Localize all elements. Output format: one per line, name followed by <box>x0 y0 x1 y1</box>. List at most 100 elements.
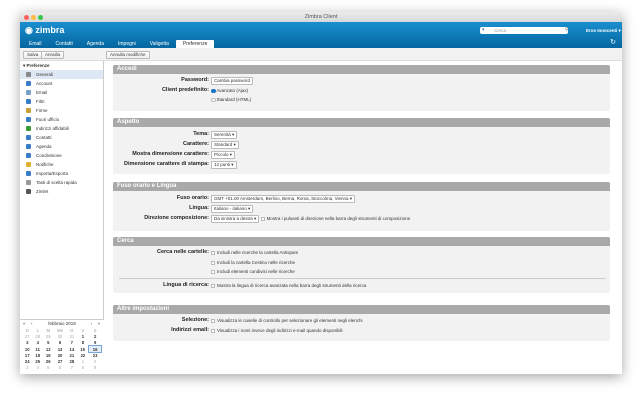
sidebar-item-zimlet[interactable]: Zimlet <box>20 187 103 196</box>
section-fuso-lingua: Fuso orario e Lingua Fuso orario: GMT +01… <box>113 182 610 231</box>
app-tabs: Email Contatti Agenda Impegni Valigetta … <box>22 40 215 48</box>
sidebar-item-filtri[interactable]: Filtri <box>20 97 103 106</box>
tab-email[interactable]: Email <box>22 40 49 48</box>
window-title: Zimbra Client <box>304 14 338 20</box>
sidebar-item-label: Importa/Esporta <box>36 171 69 176</box>
sidebar-item-fuori-ufficio[interactable]: Fuori ufficio <box>20 115 103 124</box>
calendar-day[interactable]: 9 <box>89 365 102 371</box>
calendar-day[interactable]: 7 <box>67 365 78 371</box>
preferences-panel: Accedi Password: Cambia password Client … <box>107 61 622 374</box>
section-title: Altre impostazioni <box>113 305 610 314</box>
search-icon[interactable]: ⚲ <box>565 27 569 34</box>
calendar-day[interactable]: 4 <box>33 365 44 371</box>
tab-impegni[interactable]: Impegni <box>111 40 143 48</box>
tab-valigetta[interactable]: Valigetta <box>143 40 176 48</box>
sidebar-item-icon <box>26 99 31 104</box>
sidebar-item-label: Generali <box>36 72 54 77</box>
section-title: Aspetto <box>113 118 610 127</box>
cartelle-label: Cerca nelle cartelle: <box>157 249 209 255</box>
lingua-select[interactable]: Italiano - italiano ▾ <box>211 205 254 213</box>
save-button[interactable]: Salva <box>23 50 43 59</box>
section-altre: Altre impostazioni Selezione: Visualizza … <box>113 305 610 341</box>
sidebar-item-account[interactable]: Account <box>20 79 103 88</box>
sidebar-item-icon <box>26 153 31 158</box>
stampa-select[interactable]: 12 punti ▾ <box>211 161 237 169</box>
sidebar-item-email[interactable]: Email <box>20 88 103 97</box>
sidebar-item-label: Firme <box>36 108 48 113</box>
cestino-checkbox[interactable]: Includi la cartella Cestino nelle ricerc… <box>211 259 295 266</box>
sidebar-item-icon <box>26 108 31 113</box>
tema-select[interactable]: Serenità ▾ <box>211 131 238 139</box>
next-month-button[interactable]: › <box>91 320 93 327</box>
tab-agenda[interactable]: Agenda <box>80 40 111 48</box>
sidebar-item-tasti-di-scelta-rapida[interactable]: Tasti di scelta rapida <box>20 178 103 187</box>
search-input[interactable]: Cerca <box>480 27 568 34</box>
sidebar-item-icon <box>26 81 31 86</box>
sidebar-item-firme[interactable]: Firme <box>20 106 103 115</box>
close-button[interactable] <box>24 14 29 20</box>
sidebar-item-icon <box>26 162 31 167</box>
sidebar-item-generali[interactable]: Generali <box>20 70 103 79</box>
app-window: Zimbra Client ◉ zimbra Cerca ▾ ⚲ Eros In… <box>20 12 622 374</box>
sidebar-item-icon <box>26 171 31 176</box>
antispam-checkbox[interactable]: Includi nelle ricerche la cartella Antis… <box>211 249 298 256</box>
password-label: Password: <box>181 77 209 83</box>
app-header: ◉ zimbra Cerca ▾ ⚲ Eros Innocenti ▾ ↻ Em… <box>20 22 622 48</box>
search-scope-icon[interactable]: ▾ <box>482 27 485 34</box>
sidebar-item-contatti[interactable]: Contatti <box>20 133 103 142</box>
fuso-select[interactable]: GMT +01.00 Amsterdam, Berlino, Berna, Ro… <box>211 195 356 203</box>
dimensione-select[interactable]: Piccolo ▾ <box>211 151 236 159</box>
tema-label: Tema: <box>193 131 209 137</box>
prev-month-button[interactable]: ‹ <box>31 320 33 327</box>
sidebar-item-icon <box>26 180 31 185</box>
sidebar-item-label: Condivisione <box>36 153 62 158</box>
carattere-select[interactable]: Standard ▾ <box>211 141 239 149</box>
sidebar-item-condivisione[interactable]: Condivisione <box>20 151 103 160</box>
section-title: Accedi <box>113 65 610 74</box>
sidebar-item-label: Notifiche <box>36 162 54 167</box>
indirizzi-checkbox[interactable]: Visualizza i nomi invece degli indirizzi… <box>211 327 342 334</box>
direzione-checkbox[interactable]: Mostra i pulsanti di direzione nella bar… <box>260 216 410 221</box>
calendar-day[interactable]: 8 <box>77 365 89 371</box>
next-year-button[interactable]: » <box>97 320 100 327</box>
indirizzi-label: Indirizzi email: <box>171 327 209 333</box>
sidebar-item-notifiche[interactable]: Notifiche <box>20 160 103 169</box>
sidebar-item-label: Fuori ufficio <box>36 117 60 122</box>
minimize-button[interactable] <box>31 14 36 20</box>
tab-contatti[interactable]: Contatti <box>49 40 80 48</box>
sidebar-item-icon <box>26 144 31 149</box>
sidebar-item-label: Contatti <box>36 135 52 140</box>
calendar-day[interactable]: 3 <box>22 365 33 371</box>
client-html-radio[interactable]: Standard (HTML) <box>211 96 251 103</box>
cancel-button[interactable]: Annulla <box>41 50 65 59</box>
calendar-day[interactable]: 6 <box>54 365 67 371</box>
sidebar-item-label: Filtri <box>36 99 45 104</box>
zimbra-logo[interactable]: ◉ zimbra <box>25 25 64 36</box>
toolbar: Salva Annulla Annulla modifiche <box>20 48 622 61</box>
sidebar-item-icon <box>26 135 31 140</box>
sidebar-item-indirizzi-affidabili[interactable]: Indirizzi affidabili <box>20 124 103 133</box>
sidebar-header[interactable]: ▾ Preferenze <box>20 61 103 70</box>
section-title: Fuso orario e Lingua <box>113 182 610 191</box>
lingua-ricerca-checkbox[interactable]: Mostra la lingua di ricerca avanzata nel… <box>211 282 366 289</box>
direzione-select[interactable]: Da sinistra a destra ▾ <box>211 215 260 223</box>
change-password-button[interactable]: Cambia password <box>211 77 254 85</box>
condivisi-checkbox[interactable]: Includi elementi condivisi nelle ricerch… <box>211 268 295 275</box>
prev-year-button[interactable]: « <box>23 320 26 327</box>
sidebar-item-icon <box>26 117 31 122</box>
sidebar: ▾ Preferenze Generali Account Email Filtri F… <box>20 61 104 374</box>
selezione-checkbox[interactable]: Visualizza le caselle di controllo per s… <box>211 317 363 324</box>
sidebar-item-importa-esporta[interactable]: Importa/Esporta <box>20 169 103 178</box>
section-title: Cerca <box>113 237 610 246</box>
calendar-month[interactable]: febbraio 2019 <box>48 321 76 326</box>
fuso-label: Fuso orario: <box>176 195 209 201</box>
undo-changes-button[interactable]: Annulla modifiche <box>106 50 150 59</box>
user-menu[interactable]: Eros Innocenti ▾ <box>586 27 621 34</box>
sidebar-item-label: Tasti di scelta rapida <box>36 180 77 185</box>
refresh-icon[interactable]: ↻ <box>610 38 616 46</box>
maximize-button[interactable] <box>38 14 43 20</box>
client-ajax-radio[interactable]: Avanzato (Ajax) <box>211 87 248 94</box>
tab-preferenze[interactable]: Preferenze <box>175 40 215 48</box>
sidebar-item-agenda[interactable]: Agenda <box>20 142 103 151</box>
calendar-day[interactable]: 5 <box>43 365 54 371</box>
